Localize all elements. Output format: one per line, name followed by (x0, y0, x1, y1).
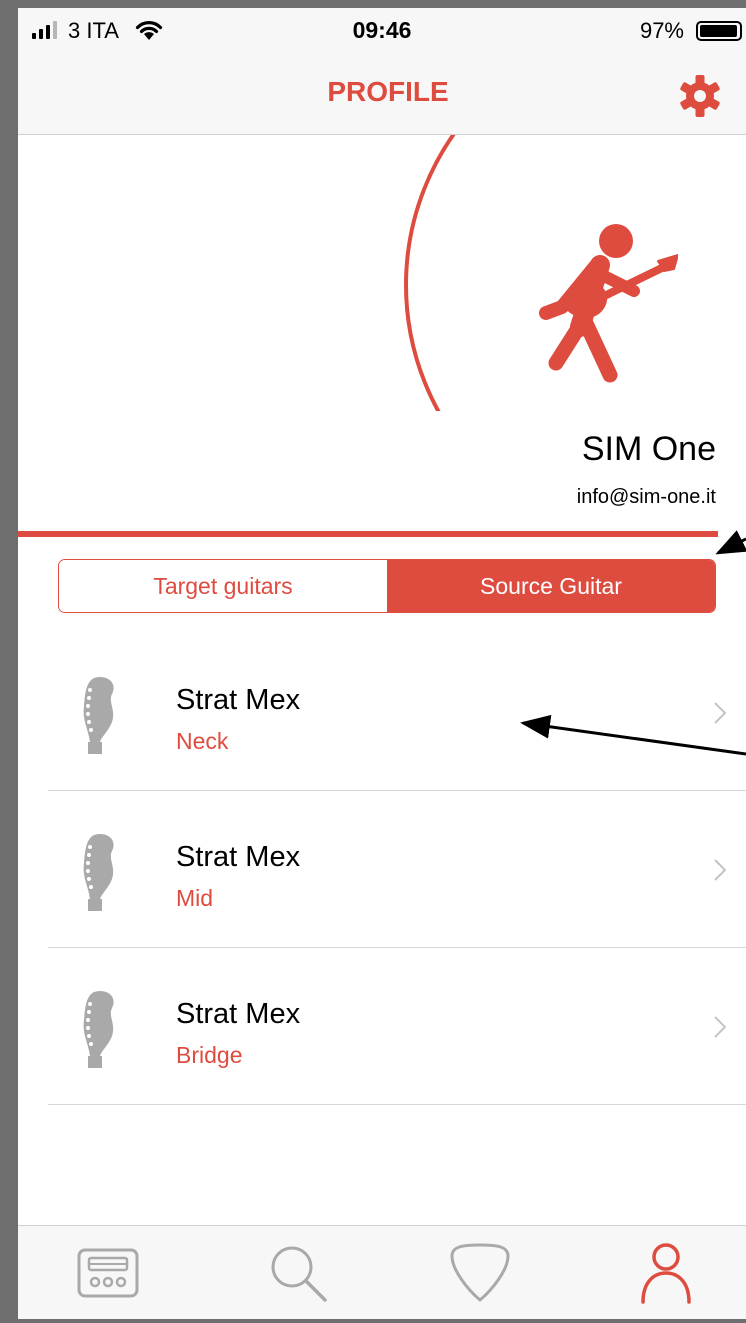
nav-bar: PROFILE (18, 56, 746, 135)
segment-source-guitar[interactable]: Source Guitar (387, 560, 715, 612)
guitar-pick-icon (450, 1243, 510, 1302)
guitar-name: Strat Mex (176, 998, 301, 1030)
device-frame-left (0, 0, 18, 1323)
gear-icon[interactable] (678, 74, 722, 118)
tab-bar (18, 1225, 746, 1319)
profile-tab[interactable] (626, 1238, 706, 1308)
row-divider (48, 1104, 746, 1105)
battery-icon (696, 21, 742, 41)
search-icon (271, 1246, 327, 1302)
guitar-name: Strat Mex (176, 841, 301, 873)
clock: 09:46 (352, 17, 412, 43)
chevron-right-icon (714, 702, 726, 724)
guitar-name: Strat Mex (176, 684, 301, 716)
chevron-right-icon (714, 859, 726, 881)
list-item[interactable]: Strat Mex Neck (18, 634, 746, 791)
pickup-position: Mid (176, 885, 214, 911)
profile-email: info@sim-one.it (576, 486, 716, 508)
annotation-arrow (715, 530, 746, 555)
chevron-right-icon (714, 1016, 726, 1038)
page-title: PROFILE (327, 76, 449, 107)
header-divider (18, 531, 718, 537)
guitarist-icon (539, 224, 678, 383)
profile-icon (641, 1243, 691, 1304)
guitar-list: Strat Mex Neck Strat Mex Mid Strat Mex B (18, 634, 746, 1105)
pick-tab[interactable] (440, 1238, 520, 1308)
guitar-type-segmented-control: Target guitars Source Guitar (58, 559, 716, 613)
device-tab[interactable] (68, 1238, 148, 1308)
amp-device-icon (77, 1248, 139, 1298)
headstock-icon (83, 990, 114, 1068)
profile-name: SIM One (581, 430, 716, 468)
list-item[interactable]: Strat Mex Bridge (18, 948, 746, 1105)
list-item[interactable]: Strat Mex Mid (18, 791, 746, 948)
headstock-icon (83, 676, 114, 754)
status-bar: 3 ITA 09:46 97% (18, 8, 746, 56)
device-frame-top (0, 0, 746, 8)
search-tab[interactable] (258, 1238, 338, 1308)
pickup-position: Bridge (176, 1042, 243, 1068)
segment-target-guitars[interactable]: Target guitars (59, 560, 387, 612)
pickup-position: Neck (176, 728, 229, 754)
headstock-icon (83, 833, 114, 911)
profile-header (18, 135, 746, 411)
screen: 3 ITA 09:46 97% PROFILE SIM One info@sim… (18, 8, 746, 1319)
device-frame-bottom (0, 1319, 746, 1323)
battery-percent: 97% (639, 18, 684, 43)
